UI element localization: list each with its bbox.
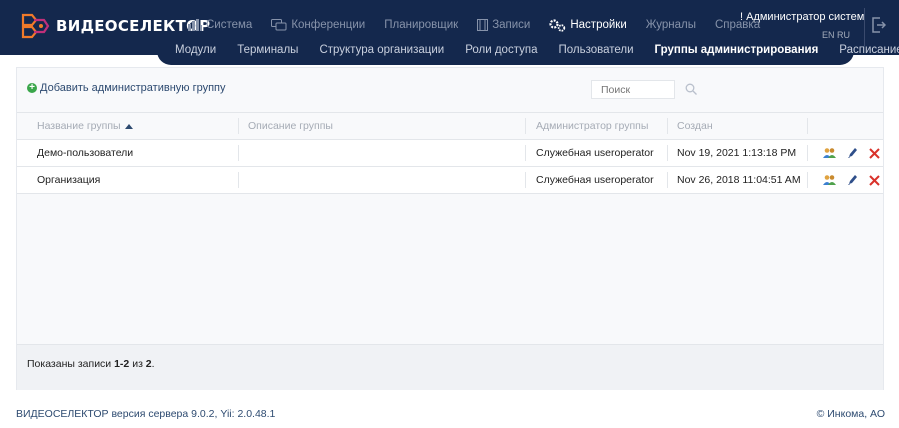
table-row[interactable]: Демо-пользователи Служебная useroperator… [17,140,883,167]
subnav-item-modules[interactable]: Модули [175,44,216,56]
subnav-item-org-structure[interactable]: Структура организации [319,44,444,56]
cell-created: Nov 26, 2018 11:04:51 AM [677,174,801,186]
nav-item-records[interactable]: Записи [477,19,530,31]
table-summary: Показаны записи 1-2 из 2. [27,358,155,370]
cell-group-name: Организация [37,174,101,186]
column-separator [667,118,668,134]
column-separator [807,145,808,161]
column-header-description[interactable]: Описание группы [248,113,333,139]
subnav-item-access-roles[interactable]: Роли доступа [465,44,537,56]
search-input[interactable] [591,80,675,99]
column-separator [667,145,668,161]
column-separator [525,172,526,188]
cell-group-admin: Служебная useroperator [536,147,654,159]
subnav-item-schedule[interactable]: Расписание [839,44,899,56]
members-icon[interactable] [823,174,836,186]
nav-label: Записи [492,19,531,31]
logo-icon [21,13,50,39]
column-separator [807,118,808,134]
header-divider [864,8,865,46]
column-separator [238,145,239,161]
nav-item-conferences[interactable]: Конференции [271,18,366,32]
footer-copyright: © Инкома, АО [816,408,885,420]
logout-icon [872,17,887,33]
table-header-row: Название группы Описание группы Админист… [17,112,883,140]
nav-item-settings[interactable]: Настройки [549,18,627,32]
brand-logo[interactable]: ВИДЕОСЕЛЕКТОР [20,11,210,41]
main-nav: Система Конференции Планировщик Записи Н… [188,14,779,36]
subnav-item-admin-groups[interactable]: Группы администрирования [655,44,819,56]
nav-label: Система [206,19,253,31]
column-header-name[interactable]: Название группы [37,113,133,139]
delete-icon[interactable] [869,147,880,159]
subnav-item-users[interactable]: Пользователи [558,44,633,56]
column-separator [238,172,239,188]
plus-icon: + [27,83,37,93]
column-header-created[interactable]: Создан [677,113,713,139]
column-separator [525,145,526,161]
nav-label: Планировщик [384,19,459,31]
column-separator [238,118,239,134]
groups-table: Название группы Описание группы Админист… [17,112,883,194]
row-actions [823,174,891,186]
chat-icon [271,18,287,30]
add-group-label: Добавить административную группу [40,82,226,94]
cell-group-name: Демо-пользователи [37,147,134,159]
logout-button[interactable] [872,17,887,36]
column-separator [525,118,526,134]
search-icon[interactable] [685,83,697,95]
content-panel: + Добавить административную группу Назва… [16,67,884,390]
row-actions [823,147,891,159]
language-switcher[interactable]: EN RU [822,30,850,40]
settings-subnav: Модули Терминалы Структура организации Р… [175,44,899,56]
footer-version: ВИДЕОСЕЛЕКТОР версия сервера 9.0.2, Yii:… [16,408,276,420]
nav-label: Конференции [291,19,366,31]
cell-group-admin: Служебная useroperator [536,174,654,186]
chart-icon [188,19,202,31]
gears-icon [549,19,566,32]
sort-asc-icon [124,123,133,129]
delete-icon[interactable] [869,174,880,186]
nav-item-scheduler[interactable]: Планировщик [384,19,458,31]
column-separator [807,172,808,188]
subnav-item-terminals[interactable]: Терминалы [237,44,298,56]
nav-item-system[interactable]: Система [188,19,252,31]
nav-label: Настройки [570,19,627,31]
column-separator [667,172,668,188]
members-icon[interactable] [823,147,836,159]
user-name[interactable]: ! Администратор систем [740,11,864,23]
edit-icon[interactable] [847,147,858,159]
nav-item-logs[interactable]: Журналы [646,19,696,31]
add-group-button[interactable]: + Добавить административную группу [27,82,226,94]
cell-created: Nov 19, 2021 1:13:18 PM [677,147,797,159]
edit-icon[interactable] [847,174,858,186]
column-header-admin[interactable]: Администратор группы [536,113,648,139]
film-icon [477,19,489,31]
nav-label: Журналы [645,19,696,31]
table-row[interactable]: Организация Служебная useroperator Nov 2… [17,167,883,194]
